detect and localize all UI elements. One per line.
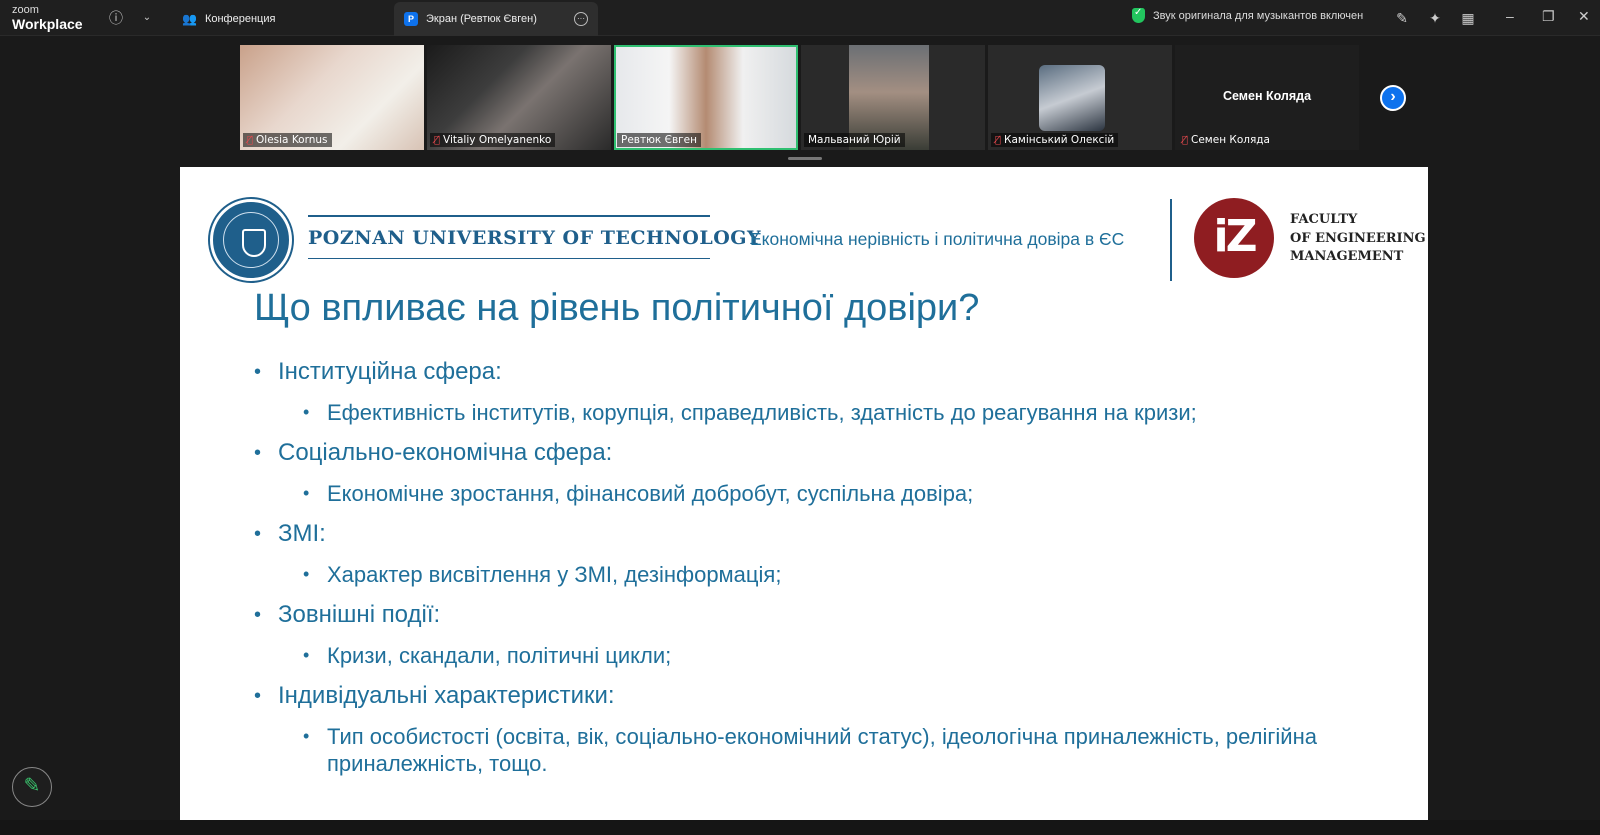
header-divider [1170, 199, 1172, 281]
bullet-heading: Інституційна сфера: [254, 357, 1344, 387]
annotate-pencil-button[interactable]: ✎ [12, 767, 52, 807]
participant-tile[interactable]: 🎙̸ Olesia Kornus [240, 45, 424, 150]
poznan-university-seal-icon [210, 199, 292, 281]
restore-icon[interactable]: ❐ [1542, 8, 1555, 25]
mic-muted-icon: 🎙̸ [1182, 134, 1189, 146]
tab-screen-share[interactable]: P Экран (Ревтюк Євген) ··· [394, 2, 598, 36]
chevron-down-icon[interactable]: ⌄ [137, 8, 157, 28]
bullet-list: Інституційна сфера: Ефективність інститу… [254, 357, 1344, 789]
participant-strip: 🎙̸ Olesia Kornus 🎙̸ Vitaliy Omelyanenko Ре… [240, 45, 1408, 150]
tab-conference-label: Конференция [204, 13, 276, 25]
presenter-badge-icon: P [404, 12, 418, 26]
bullet-detail: Тип особистості (освіта, вік, соціально-… [254, 723, 1344, 777]
ai-sparkle-icon[interactable]: ✦ [1425, 8, 1445, 28]
participant-tile[interactable]: Семен Коляда 🎙̸ Семен Коляда [1175, 45, 1359, 150]
bullet-heading: Соціально-економічна сфера: [254, 438, 1344, 468]
zoom-workplace-logo: zoom Workplace [12, 4, 83, 32]
avatar [1039, 65, 1105, 131]
info-icon[interactable]: ⓘ [106, 8, 126, 28]
edit-pencil-icon[interactable]: ✎ [1392, 8, 1412, 28]
tab-conference[interactable]: 👥 Конференция [172, 2, 285, 36]
chevron-right-icon: › [1390, 88, 1396, 105]
more-options-icon[interactable]: ··· [574, 12, 588, 26]
bullet-heading: Індивідуальні характеристики: [254, 681, 1344, 711]
mic-muted-icon: 🎙̸ [434, 134, 441, 146]
mic-muted-icon: 🎙̸ [247, 134, 254, 146]
slide-subtitle: Економічна нерівність і політична довіра… [750, 229, 1125, 249]
participant-name-placeholder: Семен Коляда [1222, 89, 1312, 103]
close-icon[interactable]: ✕ [1578, 8, 1590, 25]
meeting-controls-bar [0, 820, 1600, 835]
minimize-icon[interactable]: – [1506, 8, 1514, 24]
slide-title: Що впливає на рівень політичної довіри? [254, 287, 980, 329]
university-header: POZNAN UNIVERSITY OF TECHNOLOGY [308, 215, 762, 259]
iz-faculty-logo: iZ [1194, 198, 1274, 278]
participants-icon: 👥 [182, 12, 197, 26]
bullet-detail: Ефективність інститутів, корупція, справ… [254, 399, 1344, 426]
title-bar: zoom Workplace ⓘ ⌄ 👥 Конференция P Экран… [0, 0, 1600, 36]
participant-tile[interactable]: 🎙̸ Vitaliy Omelyanenko [427, 45, 611, 150]
participant-tile[interactable]: 🎙̸ Камінський Олексій [988, 45, 1172, 150]
next-participants-button[interactable]: › [1380, 85, 1406, 111]
bullet-detail: Характер висвітлення у ЗМІ, дезінформаці… [254, 561, 1344, 588]
shared-screen-slide: POZNAN UNIVERSITY OF TECHNOLOGY Економіч… [180, 167, 1428, 820]
pencil-icon: ✎ [23, 775, 41, 797]
faculty-name: FACULTY OF ENGINEERING MANAGEMENT [1290, 212, 1426, 264]
strip-resize-handle[interactable] [788, 157, 822, 160]
bullet-detail: Кризи, скандали, політичні цикли; [254, 642, 1344, 669]
shield-check-icon [1132, 7, 1145, 23]
view-layout-icon[interactable]: ▦ [1458, 8, 1478, 28]
mic-muted-icon: 🎙̸ [995, 134, 1002, 146]
original-sound-notice: Звук оригинала для музыкантов включен [1132, 7, 1363, 23]
bullet-heading: ЗМІ: [254, 519, 1344, 549]
participant-tile[interactable]: Мальваний Юрій [801, 45, 985, 150]
bullet-heading: Зовнішні події: [254, 600, 1344, 630]
university-name: POZNAN UNIVERSITY OF TECHNOLOGY [308, 226, 762, 249]
participant-tile-active-speaker[interactable]: Ревтюк Євген [614, 45, 798, 150]
tab-screen-share-label: Экран (Ревтюк Євген) [426, 13, 537, 25]
bullet-detail: Економічне зростання, фінансовий добробу… [254, 480, 1344, 507]
